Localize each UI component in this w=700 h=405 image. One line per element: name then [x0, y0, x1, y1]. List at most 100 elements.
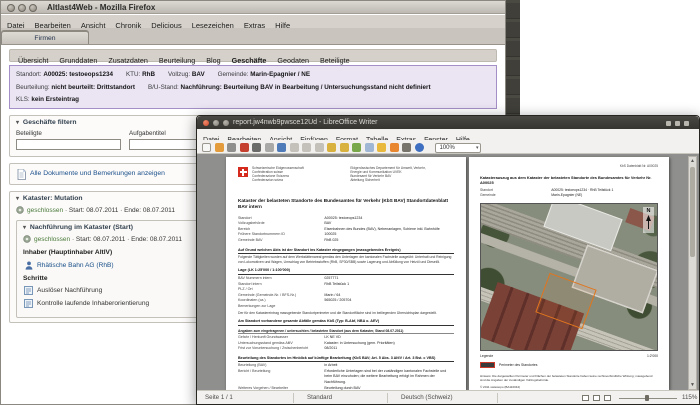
task-form-icon — [24, 286, 33, 295]
info-pair: B/U-Stand: Nachführung: Beurteilung BAV … — [147, 83, 431, 91]
toolbar-icon[interactable] — [364, 142, 374, 152]
document-title: Kataster der belasteten Standorte des Bu… — [238, 198, 449, 209]
close-icon[interactable] — [7, 4, 15, 12]
scroll-up-icon[interactable]: ▲ — [689, 157, 696, 165]
copyright-line: © 2011 swisstopo (BA110042) — [480, 384, 521, 389]
close-icon[interactable] — [203, 119, 209, 126]
volume-indicator-icon — [675, 120, 680, 126]
desktop: Altlast4Web - Mozilla Firefox Datei Bearb… — [0, 0, 700, 405]
confederation-names: Schweizerische Eidgenossenschaft Confédér… — [252, 166, 304, 183]
toolbar-icon[interactable] — [264, 142, 274, 152]
status-gear-icon — [23, 235, 31, 243]
beteiligte-label: Beteiligte — [16, 130, 42, 137]
info-line-2: Beurteilung: nicht beurteilt: Drittstand… — [16, 82, 490, 95]
department-names: Eidgenössisches Departement für Umwelt, … — [350, 166, 426, 183]
firefox-window-title: Altlast4Web - Mozilla Firefox — [47, 3, 156, 12]
doc-line: Gemeinde BAV RhB 025 — [238, 238, 339, 242]
toolbar-icon[interactable] — [314, 142, 324, 152]
step-ausloeser-nachfuehrung[interactable]: Auslöser Nachführung — [37, 287, 102, 294]
document-area: Schweizerische Eidgenossenschaft Confédér… — [197, 154, 699, 392]
document-body: Standort A00025: testoeops1234 Vollzugsbe… — [238, 216, 454, 391]
toolbar-icon[interactable] — [389, 142, 399, 152]
toolbar-icon[interactable] — [414, 142, 424, 152]
aufgabentitel-label: Aufgabentitel — [129, 130, 166, 137]
toolbar-icon[interactable] — [277, 142, 286, 152]
info-pair: Gemeinde: Marin-Epagnier / NE — [217, 71, 311, 78]
info-pair: KLS: kein Ersteintrag — [16, 96, 79, 103]
filter-panel-header[interactable]: ▾ Geschäfte filtern — [16, 119, 77, 126]
toolbar-icon[interactable] — [327, 142, 336, 152]
collapse-triangle-icon: ▾ — [16, 120, 20, 126]
tab[interactable]: Firmen — [1, 31, 89, 44]
doc-line: Auf Grund welchen Akts ist der Standort … — [238, 248, 454, 254]
all-documents-link[interactable]: Alle Dokumente und Bemerkungen anzeigen — [30, 170, 165, 177]
step-kontrolle-inhaberorientierung[interactable]: Kontrolle laufende Inhaberorientierung — [37, 300, 149, 307]
maximize-icon[interactable] — [223, 119, 229, 126]
katasterauszug-title: Katasterauszug aus dem Kataster der bela… — [480, 175, 652, 186]
doc-line: Lage (LK 1:25'000 / 1:100'000) — [238, 268, 454, 275]
page2-corner-reference: KbS Datenblatt Nr. A00025 — [619, 164, 658, 168]
sub-navigation: Übersicht Grunddaten Zusatzdaten Beurteilun… — [9, 49, 497, 65]
inhaber-label: Inhaber (Hauptinhaber AltlV) — [23, 249, 113, 256]
legend-label: Legende — [480, 353, 494, 358]
doc-line: Der für den Katastereintrag massgebende … — [238, 310, 437, 315]
kataster-panel-header[interactable]: ▾ Kataster: Mutation — [16, 195, 83, 202]
toolbar-icon[interactable] — [252, 142, 261, 152]
legend-item: Perimeter des Standortes — [480, 361, 658, 368]
kataster-status: geschlossen · Start: 08.07.2011 · Ende: … — [27, 206, 175, 214]
aerial-photo: N — [480, 202, 658, 351]
scroll-down-icon[interactable]: ▼ — [689, 381, 696, 389]
minimize-icon[interactable] — [213, 119, 219, 126]
writer-titlebar[interactable]: report.jw4nwb9pwsce12Ud - LibreOffice Wr… — [197, 116, 699, 129]
toolbar-icon[interactable] — [289, 142, 299, 152]
nachfuehrung-header[interactable]: ▾ Nachführung im Kataster (Start) — [23, 224, 133, 231]
toolbar-icon[interactable] — [402, 142, 411, 152]
book-view-icon[interactable] — [604, 395, 611, 401]
zoom-slider[interactable] — [619, 395, 677, 401]
toolbar-icon[interactable] — [214, 142, 224, 152]
writer-menubar: DateiBearbeitenAnsichtEinfügenFormatTabe… — [197, 129, 699, 144]
zoom-percentage[interactable]: 115% — [682, 394, 697, 401]
multi-page-view-icon[interactable] — [593, 395, 600, 401]
info-pair: KTU: RhB — [125, 71, 156, 78]
toolbar-icon[interactable] — [339, 142, 349, 152]
document-icon — [17, 169, 26, 180]
info-pair: Standort: A00025: testoeops1234 — [16, 71, 113, 78]
north-arrow-icon: N — [643, 206, 654, 233]
collapse-triangle-icon: ▾ — [16, 196, 20, 202]
info-pair: Vollzug: BAV — [168, 71, 205, 78]
vertical-scrollbar[interactable]: ▲ ▼ — [688, 156, 697, 390]
page-style[interactable]: Standard — [307, 394, 332, 401]
site-info-banner: Standort: A00025: testoeops1234 KTU: RhB V… — [9, 65, 497, 109]
doc-line: Gemeinde Marin-Epagnier (NE) — [480, 193, 583, 198]
toolbar-icon[interactable] — [377, 142, 386, 152]
beteiligte-input[interactable] — [16, 139, 121, 150]
minimize-icon[interactable] — [18, 4, 26, 12]
language-indicator[interactable]: Deutsch (Schweiz) — [401, 394, 453, 401]
doc-line: Folgende Tätigkeiten wurden auf dem Werk… — [238, 255, 452, 264]
doc-line: Beurteilung des Standortes im Hinblick a… — [238, 356, 454, 362]
swiss-cross-icon — [238, 167, 248, 177]
doc-line: Bemerkungen zur Lage — [238, 303, 276, 308]
toolbar-icon[interactable] — [302, 142, 311, 152]
federal-header: Schweizerische Eidgenossenschaft Confédér… — [238, 166, 454, 190]
perimeter-swatch-icon — [480, 361, 495, 368]
zoom-combobox[interactable]: 100% — [435, 142, 482, 153]
writer-statusbar: Seite 1 / 1 Standard Deutsch (Schweiz) 1… — [197, 390, 699, 404]
firefox-titlebar[interactable]: Altlast4Web - Mozilla Firefox — [1, 1, 505, 14]
scrollbar-thumb[interactable] — [690, 167, 695, 257]
toolbar-icon[interactable] — [352, 142, 361, 152]
page-indicator: Seite 1 / 1 — [205, 394, 233, 401]
writer-window: report.jw4nwb9pwsce12Ud - LibreOffice Wr… — [196, 115, 700, 405]
zoom-slider-knob[interactable] — [645, 395, 649, 401]
toolbar-icon[interactable] — [239, 142, 249, 152]
maximize-icon[interactable] — [29, 4, 37, 12]
inhaber-link[interactable]: Rhätische Bahn AG (RhB) — [37, 262, 114, 269]
toolbar-icon[interactable] — [227, 142, 236, 152]
toolbar-icon[interactable] — [202, 142, 211, 152]
network-indicator-icon — [666, 120, 671, 126]
single-page-view-icon[interactable] — [582, 395, 589, 401]
legend-row: Legende 1:2'000 — [480, 354, 658, 358]
status-gear-icon — [16, 206, 24, 214]
doc-line: Am Standort vorhandene gesamte Abfälle g… — [238, 319, 454, 326]
